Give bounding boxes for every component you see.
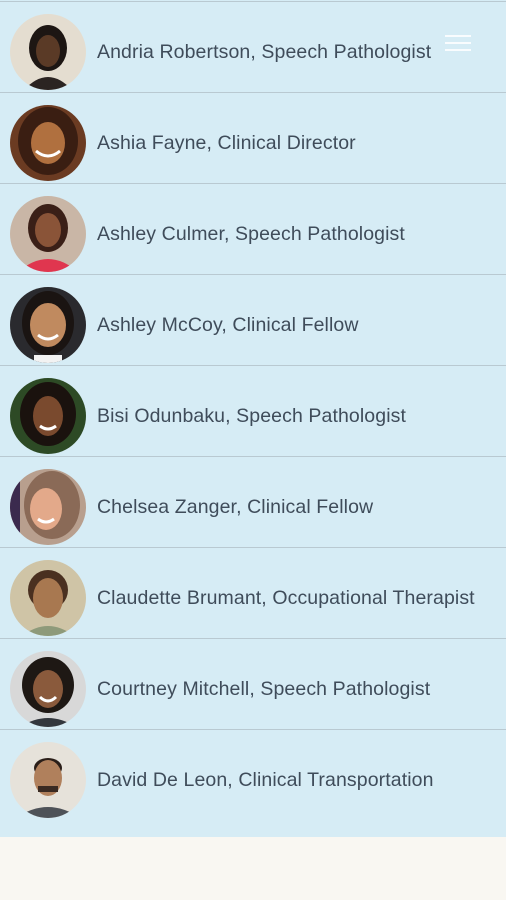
staff-name-role: Chelsea Zanger, Clinical Fellow	[97, 496, 374, 518]
staff-list-item[interactable]: Chelsea Zanger, Clinical Fellow	[0, 456, 506, 547]
staff-directory: Andria Robertson, Speech Pathologist Ash…	[0, 0, 506, 837]
staff-list-item[interactable]: Ashia Fayne, Clinical Director	[0, 92, 506, 183]
menu-line	[445, 35, 471, 37]
avatar	[10, 287, 86, 363]
staff-list-item[interactable]: Claudette Brumant, Occupational Therapis…	[0, 547, 506, 638]
staff-list-item[interactable]: David De Leon, Clinical Transportation	[0, 729, 506, 820]
avatar	[10, 469, 86, 545]
avatar	[10, 378, 86, 454]
staff-name-role: David De Leon, Clinical Transportation	[97, 769, 434, 791]
staff-name-role: Ashley Culmer, Speech Pathologist	[97, 223, 405, 245]
staff-name-role: Ashley McCoy, Clinical Fellow	[97, 314, 359, 336]
avatar	[10, 742, 86, 818]
avatar	[10, 14, 86, 90]
avatar	[10, 105, 86, 181]
staff-list-item[interactable]: Courtney Mitchell, Speech Pathologist	[0, 638, 506, 729]
avatar	[10, 651, 86, 727]
staff-name-role: Courtney Mitchell, Speech Pathologist	[97, 678, 431, 700]
staff-list-item[interactable]: Ashley McCoy, Clinical Fellow	[0, 274, 506, 365]
staff-name-role: Claudette Brumant, Occupational Therapis…	[97, 587, 475, 609]
staff-list-item[interactable]: Ashley Culmer, Speech Pathologist	[0, 183, 506, 274]
staff-list-item[interactable]: Andria Robertson, Speech Pathologist	[0, 1, 506, 92]
staff-list-item[interactable]: Bisi Odunbaku, Speech Pathologist	[0, 365, 506, 456]
menu-line	[445, 42, 471, 44]
avatar	[10, 560, 86, 636]
staff-name-role: Bisi Odunbaku, Speech Pathologist	[97, 405, 406, 427]
avatar	[10, 196, 86, 272]
hamburger-menu-icon[interactable]	[443, 31, 473, 55]
staff-name-role: Ashia Fayne, Clinical Director	[97, 132, 356, 154]
staff-name-role: Andria Robertson, Speech Pathologist	[97, 41, 432, 63]
menu-line	[445, 49, 471, 51]
staff-list: Andria Robertson, Speech Pathologist Ash…	[0, 1, 506, 820]
bottom-bar	[0, 837, 506, 900]
